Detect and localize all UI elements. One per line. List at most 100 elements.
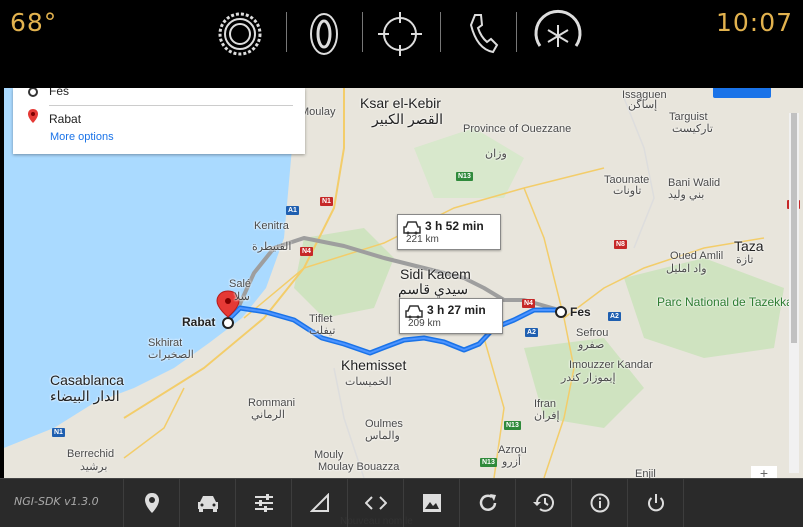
place-label: تاركيست [672,123,713,135]
place-label: Khemisset [341,357,407,373]
road-shield: A2 [525,328,538,337]
map-scrollbar[interactable] [789,113,799,473]
place-label: Taza [734,238,764,254]
car-button[interactable] [179,479,236,527]
triangle-icon [310,493,329,512]
place-label: Enjil [635,468,656,478]
origin-field[interactable]: Fes [49,88,69,98]
place-label: Parc National de Tazekka [657,295,793,309]
sliders-icon [255,494,273,512]
place-label: Tiflet [309,313,333,325]
car-icon [403,221,421,235]
place-label: تاونات [613,185,642,197]
directions-panel: Fes Rabat More options [13,88,305,154]
place-label: Ifran [534,398,557,410]
top-status-bar: 68° 10:07 [0,0,803,88]
route-main-box[interactable]: 3 h 27 min 209 km [399,298,503,334]
place-label: Province of Ouezzane [463,123,572,135]
gear-icon[interactable] [210,6,270,62]
toolbar-divider [516,12,517,52]
field-divider [49,105,293,106]
origin-dot-icon [28,88,38,97]
history-button[interactable] [515,479,572,527]
place-label: Moulay Bouazza [318,461,400,473]
place-label: Berrechid [67,448,115,460]
target-icon[interactable] [370,6,430,62]
info-button[interactable] [571,479,628,527]
road-shield: N13 [504,421,521,430]
place-label: Fes [570,305,591,319]
map-top-button[interactable] [713,88,771,98]
image-icon [423,494,441,512]
underlying-text: Nouveau nom le [340,516,413,527]
route-alt-box[interactable]: 3 h 52 min 221 km [397,214,501,250]
toolbar-divider [362,12,363,52]
place-label: الرماني [251,409,285,421]
road-shield: N4 [522,299,535,308]
sdk-version-label: NGI-SDK v1.3.0 [14,495,99,508]
phone-icon[interactable] [452,6,512,62]
scrollbar-thumb[interactable] [791,113,797,343]
place-label: تازة [736,254,754,266]
refresh-button[interactable] [459,479,516,527]
place-label: إساگن [628,99,658,111]
location-button[interactable] [123,479,180,527]
place-label: واد امليل [666,263,707,275]
place-label: Bani Walid [668,177,721,189]
power-button[interactable] [627,479,684,527]
place-label: إيموزار كندر [561,372,616,384]
place-label: تيفلت [309,325,336,337]
place-label: Sefrou [576,327,609,339]
place-label: صفرو [578,339,605,351]
place-label: بني وليد [668,189,705,201]
place-label: القصر الكبير [372,111,444,127]
place-label: Oued Amlil [670,250,724,262]
road-shield: N13 [480,458,497,467]
car-icon [198,496,218,512]
place-label: الدار البيضاء [50,388,120,404]
road-shield: N1 [320,197,333,206]
road-shield: A2 [608,312,621,321]
power-icon [648,494,664,512]
place-label: Mouly [314,449,344,461]
place-label: الصخيرات [148,349,194,361]
place-label: القنيطرة [252,241,292,253]
place-label: Sidi Kacem [400,266,471,282]
place-label: إفران [534,410,560,422]
place-label: أزرو [502,456,521,468]
refresh-icon [479,494,497,511]
location-pin-icon [145,493,159,513]
destination-field[interactable]: Rabat [49,112,81,126]
map-view[interactable]: N13 N1 A1 N4 N4 N8 A2 A2 N13 N1 N13 N8 K… [4,88,803,478]
place-label: سيدي قاسم [398,281,469,297]
place-label: Imouzzer Kandar [569,359,653,371]
place-label: Salé [229,278,252,290]
zoom-in-button[interactable]: + [751,466,777,478]
temperature-readout: 68° [10,8,58,37]
place-label: Kenitra [254,220,289,232]
road-shield: N4 [300,247,313,256]
place-label: Skhirat [148,337,183,349]
place-label: سلا [234,291,250,303]
toolbar-divider [440,12,441,52]
road-shield: N8 [614,240,627,249]
fan-icon[interactable] [528,6,588,62]
place-label: وزان [485,148,507,160]
place-label: Oulmes [365,418,403,430]
place-label: Azrou [498,444,527,456]
clock-readout: 10:07 [715,8,793,37]
speaker-icon[interactable] [294,6,354,62]
route-distance: 221 km [406,234,439,245]
place-label: الخميسات [345,376,392,388]
route-time: 3 h 52 min [425,219,484,233]
route-time: 3 h 27 min [427,303,486,317]
place-label: Ksar el-Kebir [360,95,441,111]
info-icon [590,493,610,513]
road-shield: N1 [52,428,65,437]
more-options-link[interactable]: More options [50,131,114,143]
road-shield: N13 [456,172,473,181]
place-label: Rommani [248,397,296,409]
settings-sliders-button[interactable] [235,479,292,527]
toolbar-divider [286,12,287,52]
place-label: Targuist [669,111,708,123]
